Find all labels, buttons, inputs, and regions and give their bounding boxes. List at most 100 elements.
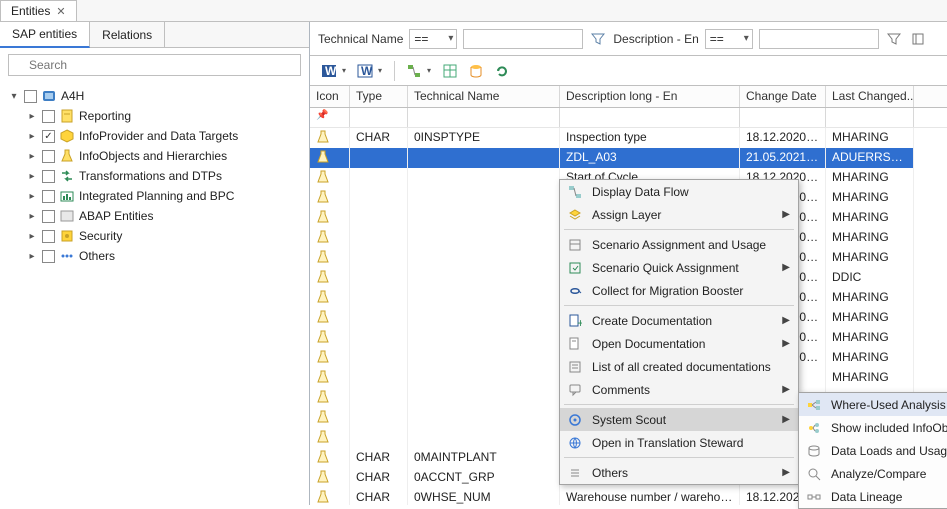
col-tech[interactable]: Technical Name xyxy=(408,86,560,107)
menu-item[interactable]: Display Data Flow xyxy=(560,180,798,203)
flask-icon xyxy=(316,210,330,224)
checkbox[interactable] xyxy=(24,90,37,103)
checkbox[interactable] xyxy=(42,250,55,263)
col-user[interactable]: Last Changed... xyxy=(826,86,914,107)
tab-sap-entities[interactable]: SAP entities xyxy=(0,22,90,48)
toolbar: W W xyxy=(310,56,947,86)
twisty-icon[interactable]: ▾ xyxy=(8,91,20,102)
plan-icon xyxy=(59,188,75,204)
filter-desc-input[interactable] xyxy=(759,29,879,49)
filter-cell[interactable] xyxy=(560,108,740,127)
cell-type xyxy=(350,308,408,328)
filter-pin-icon[interactable]: 📌 xyxy=(310,108,350,127)
submenu-item[interactable]: Show included InfoObjects and their Data… xyxy=(799,416,947,439)
twisty-icon[interactable]: ▸ xyxy=(26,131,38,142)
filter-tech-input[interactable] xyxy=(463,29,583,49)
table-row[interactable]: CHAR0INSPTYPEInspection type18.12.2020 1… xyxy=(310,128,947,148)
cell-tech xyxy=(408,168,560,188)
checkbox[interactable] xyxy=(42,190,55,203)
checkbox[interactable] xyxy=(42,170,55,183)
flask-icon xyxy=(316,450,330,464)
submenu-item[interactable]: Where-Used Analysis xyxy=(799,393,947,416)
cell-tech xyxy=(408,268,560,288)
tree-item-label: InfoProvider and Data Targets xyxy=(79,129,238,143)
table-row[interactable]: ZDL_A0321.05.2021 1...ADUERRSTEIN xyxy=(310,148,947,168)
submenu-item[interactable]: Data Loads and Usages xyxy=(799,439,947,462)
tree-root[interactable]: ▾ A4H xyxy=(4,86,305,106)
filter-icon[interactable] xyxy=(885,30,903,48)
chevron-right-icon: ▶ xyxy=(782,467,790,478)
col-icon[interactable]: Icon xyxy=(310,86,350,107)
checkbox[interactable] xyxy=(42,150,55,163)
twisty-icon[interactable]: ▸ xyxy=(26,111,38,122)
word2-icon[interactable]: W xyxy=(354,60,376,82)
menu-item[interactable]: Scenario Assignment and Usage xyxy=(560,233,798,256)
menu-item[interactable]: Assign Layer▶ xyxy=(560,203,798,226)
menu-item[interactable]: System Scout▶ xyxy=(560,408,798,431)
cell-icon xyxy=(310,468,350,488)
menu-item[interactable]: List of all created documentations xyxy=(560,355,798,378)
checkbox[interactable] xyxy=(42,210,55,223)
filter-tech-op[interactable]: == xyxy=(409,29,457,49)
submenu-item[interactable]: Analyze/Compare xyxy=(799,462,947,485)
menu-item[interactable]: Open in Translation Steward xyxy=(560,431,798,454)
db-icon[interactable] xyxy=(465,60,487,82)
twisty-icon[interactable]: ▸ xyxy=(26,191,38,202)
twisty-icon[interactable]: ▸ xyxy=(26,151,38,162)
tab-entities[interactable]: Entities ✕ xyxy=(0,0,77,21)
cell-type xyxy=(350,188,408,208)
tree-item[interactable]: ▸Reporting xyxy=(4,106,305,126)
cell-desc: Inspection type xyxy=(560,128,740,148)
menu-item[interactable]: Others▶ xyxy=(560,461,798,484)
menu-item[interactable]: Scenario Quick Assignment▶ xyxy=(560,256,798,279)
menu-item[interactable]: Open Documentation▶ xyxy=(560,332,798,355)
flow-icon[interactable] xyxy=(403,60,425,82)
cell-user: MHARING xyxy=(826,288,914,308)
cell-type xyxy=(350,428,408,448)
close-icon[interactable]: ✕ xyxy=(56,5,65,18)
twisty-icon[interactable]: ▸ xyxy=(26,251,38,262)
twisty-icon[interactable]: ▸ xyxy=(26,211,38,222)
tree-item[interactable]: ▸ABAP Entities xyxy=(4,206,305,226)
menu-item-label: Scenario Quick Assignment xyxy=(592,261,739,275)
col-date[interactable]: Change Date xyxy=(740,86,826,107)
filter-cell[interactable] xyxy=(350,108,408,127)
comment-icon xyxy=(566,383,584,397)
cell-icon xyxy=(310,268,350,288)
checkbox[interactable] xyxy=(42,230,55,243)
refresh-icon[interactable] xyxy=(491,60,513,82)
menu-item[interactable]: Collect for Migration Booster xyxy=(560,279,798,302)
cell-type xyxy=(350,408,408,428)
cell-tech xyxy=(408,408,560,428)
tree-item[interactable]: ▸Others xyxy=(4,246,305,266)
cell-user: MHARING xyxy=(826,348,914,368)
cell-tech xyxy=(408,288,560,308)
tab-relations[interactable]: Relations xyxy=(90,22,165,48)
scout-icon xyxy=(566,413,584,427)
col-desc[interactable]: Description long - En xyxy=(560,86,740,107)
tree-item[interactable]: ▸Transformations and DTPs xyxy=(4,166,305,186)
tree-item[interactable]: ▸Integrated Planning and BPC xyxy=(4,186,305,206)
cell-type: CHAR xyxy=(350,128,408,148)
filter-cell[interactable] xyxy=(740,108,826,127)
docnew-icon: + xyxy=(566,314,584,328)
search-input[interactable] xyxy=(8,54,301,76)
filter-desc-op[interactable]: == xyxy=(705,29,753,49)
filter-cell[interactable] xyxy=(826,108,914,127)
settings-icon[interactable] xyxy=(909,30,927,48)
tree-item[interactable]: ▸ InfoProvider and Data Targets xyxy=(4,126,305,146)
filter-funnel-icon[interactable] xyxy=(589,30,607,48)
filter-cell[interactable] xyxy=(408,108,560,127)
grid-icon[interactable] xyxy=(439,60,461,82)
menu-item[interactable]: Comments▶ xyxy=(560,378,798,401)
checkbox[interactable] xyxy=(42,110,55,123)
word-icon[interactable]: W xyxy=(318,60,340,82)
twisty-icon[interactable]: ▸ xyxy=(26,171,38,182)
tree-item[interactable]: ▸InfoObjects and Hierarchies xyxy=(4,146,305,166)
tree-item[interactable]: ▸Security xyxy=(4,226,305,246)
collect-icon xyxy=(566,284,584,298)
menu-item[interactable]: +Create Documentation▶ xyxy=(560,309,798,332)
checkbox[interactable] xyxy=(42,130,55,143)
twisty-icon[interactable]: ▸ xyxy=(26,231,38,242)
col-type[interactable]: Type xyxy=(350,86,408,107)
